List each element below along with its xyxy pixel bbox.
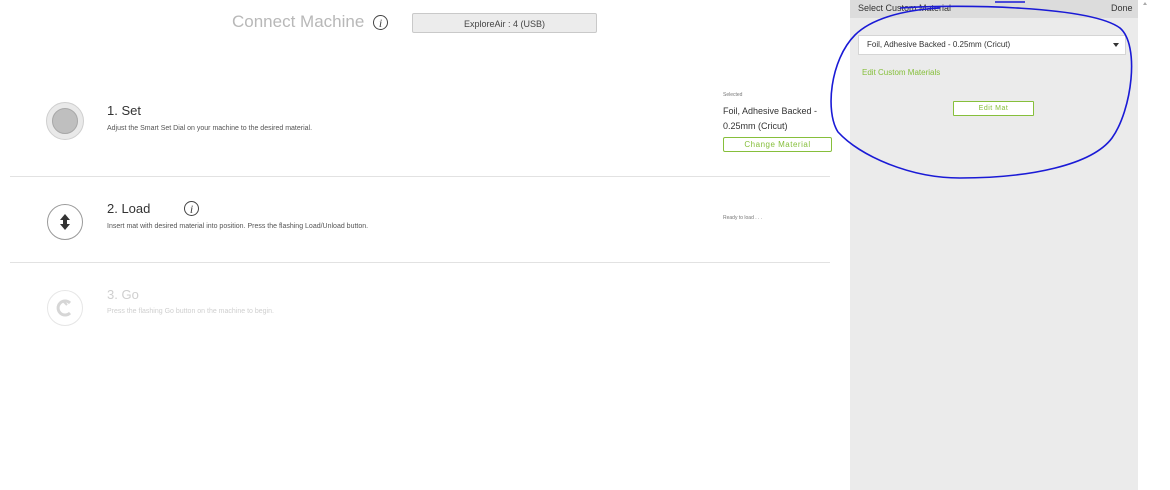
cricut-go-icon <box>47 290 83 326</box>
step-go-description: Press the flashing Go button on the mach… <box>107 308 274 315</box>
step-divider <box>10 176 830 177</box>
chevron-down-icon <box>1113 43 1119 47</box>
step-go-title: 3. Go <box>107 287 139 302</box>
done-button[interactable]: Done <box>1111 3 1133 13</box>
step-load-title: 2. Load <box>107 201 151 216</box>
step-set-title: 1. Set <box>107 103 141 118</box>
change-material-button[interactable]: Change Material <box>723 137 832 152</box>
load-info-icon[interactable]: i <box>184 201 199 216</box>
edit-custom-materials-link[interactable]: Edit Custom Materials <box>862 68 940 77</box>
smart-set-dial-icon <box>46 102 84 140</box>
scrollbar[interactable] <box>1138 0 1170 490</box>
panel-title: Select Custom Material <box>858 3 952 13</box>
custom-material-dropdown[interactable]: Foil, Adhesive Backed - 0.25mm (Cricut) <box>858 35 1126 55</box>
machine-select-button[interactable]: ExploreAir : 4 (USB) <box>412 13 597 33</box>
selected-material-name: Foil, Adhesive Backed - 0.25mm (Cricut) <box>723 106 818 131</box>
load-unload-arrows-icon <box>47 204 83 240</box>
dropdown-value: Foil, Adhesive Backed - 0.25mm (Cricut) <box>867 40 1011 49</box>
step-divider <box>10 262 830 263</box>
info-icon[interactable]: i <box>373 15 389 31</box>
step-load-description: Insert mat with desired material into po… <box>107 223 369 230</box>
step-set-description: Adjust the Smart Set Dial on your machin… <box>107 125 313 132</box>
selected-label: Selected <box>723 92 743 98</box>
connect-machine-label: Connect Machine <box>232 12 365 31</box>
edit-mat-button[interactable]: Edit Mat <box>953 101 1034 116</box>
load-status: Ready to load . . . <box>723 215 763 221</box>
connect-machine-title: Connect Machine i <box>232 12 389 32</box>
scroll-up-icon[interactable] <box>1143 2 1147 5</box>
